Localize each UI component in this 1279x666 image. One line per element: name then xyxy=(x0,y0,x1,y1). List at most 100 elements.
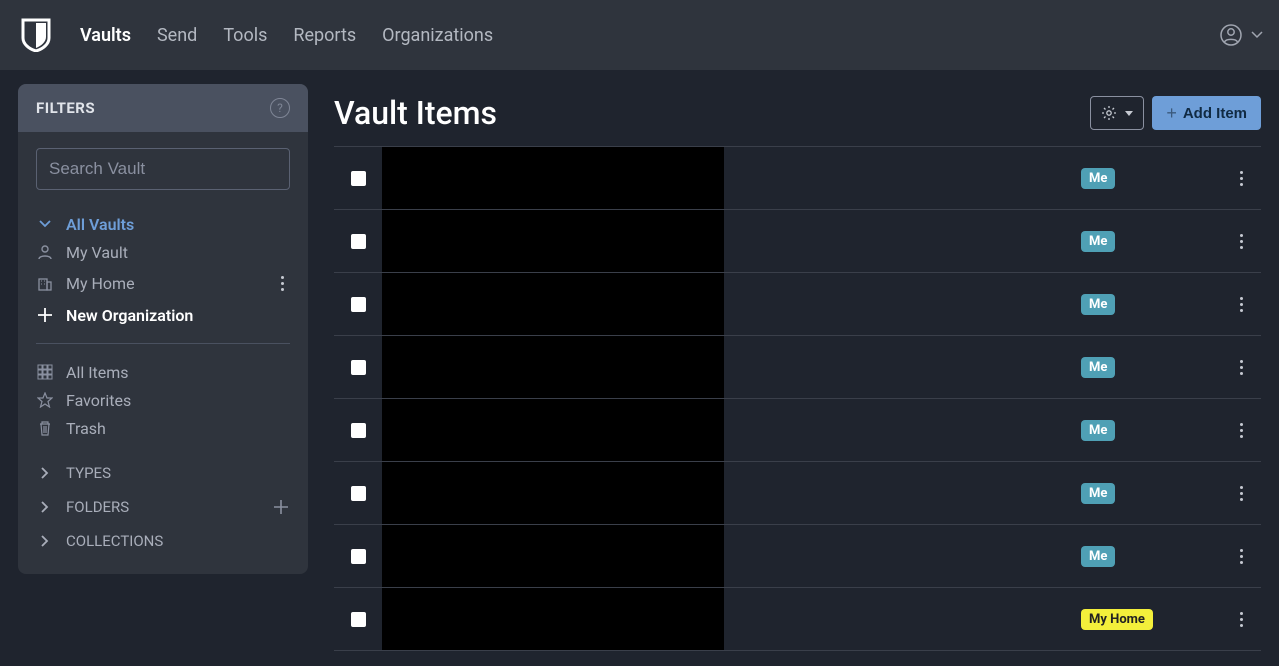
owner-badge: Me xyxy=(1081,420,1115,441)
row-menu-button[interactable] xyxy=(1234,354,1249,381)
navbar: Vaults Send Tools Reports Organizations xyxy=(0,0,1279,70)
app-logo[interactable] xyxy=(16,15,56,55)
add-item-label: Add Item xyxy=(1183,105,1247,122)
plus-icon: + xyxy=(1166,103,1177,124)
section-label: FOLDERS xyxy=(66,498,129,516)
table-row: Me xyxy=(334,399,1261,462)
checkbox-cell xyxy=(334,297,382,312)
row-checkbox[interactable] xyxy=(351,549,366,564)
item-name-cell[interactable] xyxy=(382,462,724,524)
row-menu-button[interactable] xyxy=(1234,291,1249,318)
filters-title: FILTERS xyxy=(36,99,95,117)
vault-item-my-home[interactable]: My Home xyxy=(36,266,290,301)
star-icon xyxy=(36,392,54,408)
row-checkbox[interactable] xyxy=(351,612,366,627)
row-actions xyxy=(1221,228,1261,255)
owner-badge: Me xyxy=(1081,231,1115,252)
main-header: Vault Items + Add Item xyxy=(334,84,1261,132)
category-favorites[interactable]: Favorites xyxy=(36,386,290,414)
nav-link-vaults[interactable]: Vaults xyxy=(80,25,131,46)
checkbox-cell xyxy=(334,234,382,249)
vault-item-menu[interactable] xyxy=(275,270,290,297)
nav-link-tools[interactable]: Tools xyxy=(223,25,267,46)
item-name-cell[interactable] xyxy=(382,525,724,587)
nav-link-send[interactable]: Send xyxy=(157,25,197,46)
row-menu-button[interactable] xyxy=(1234,480,1249,507)
checkbox-cell xyxy=(334,360,382,375)
plus-icon xyxy=(36,307,54,323)
help-icon[interactable]: ? xyxy=(270,98,290,118)
category-all-items[interactable]: All Items xyxy=(36,358,290,386)
item-name-cell[interactable] xyxy=(382,147,724,209)
row-checkbox[interactable] xyxy=(351,360,366,375)
page-title: Vault Items xyxy=(334,94,497,132)
nav-links: Vaults Send Tools Reports Organizations xyxy=(80,25,493,46)
row-menu-button[interactable] xyxy=(1234,228,1249,255)
checkbox-cell xyxy=(334,423,382,438)
category-label: Favorites xyxy=(66,391,131,410)
bulk-actions-button[interactable] xyxy=(1090,96,1144,130)
item-name-cell[interactable] xyxy=(382,336,724,398)
vault-item-my-vault[interactable]: My Vault xyxy=(36,238,290,266)
new-organization-button[interactable]: New Organization xyxy=(36,301,290,329)
chevron-right-icon xyxy=(36,466,54,480)
checkbox-cell xyxy=(334,549,382,564)
row-actions xyxy=(1221,291,1261,318)
row-menu-button[interactable] xyxy=(1234,165,1249,192)
gear-icon xyxy=(1101,105,1117,121)
chevron-right-icon xyxy=(36,500,54,514)
table-row: Me xyxy=(334,462,1261,525)
owner-cell: Me xyxy=(1081,420,1221,441)
owner-badge: My Home xyxy=(1081,609,1153,630)
checkbox-cell xyxy=(334,612,382,627)
row-checkbox[interactable] xyxy=(351,486,366,501)
filters-header: FILTERS ? xyxy=(18,84,308,132)
nav-link-reports[interactable]: Reports xyxy=(293,25,356,46)
row-actions xyxy=(1221,480,1261,507)
filter-label: All Vaults xyxy=(66,215,134,234)
row-actions xyxy=(1221,354,1261,381)
owner-cell: Me xyxy=(1081,546,1221,567)
item-name-cell[interactable] xyxy=(382,399,724,461)
trash-icon xyxy=(36,420,54,436)
nav-right xyxy=(1219,23,1263,47)
owner-cell: Me xyxy=(1081,357,1221,378)
owner-cell: Me xyxy=(1081,168,1221,189)
chevron-down-icon[interactable] xyxy=(1251,31,1263,39)
categories-section: All Items Favorites Trash xyxy=(36,358,290,442)
caret-down-icon xyxy=(1125,111,1133,116)
search-input[interactable] xyxy=(49,159,277,179)
item-name-cell[interactable] xyxy=(382,588,724,650)
owner-badge: Me xyxy=(1081,546,1115,567)
row-checkbox[interactable] xyxy=(351,171,366,186)
checkbox-cell xyxy=(334,171,382,186)
add-item-button[interactable]: + Add Item xyxy=(1152,96,1261,130)
content: FILTERS ? All Vaults My VaultMy Home xyxy=(0,70,1279,651)
section-folders[interactable]: FOLDERS xyxy=(36,490,290,524)
row-checkbox[interactable] xyxy=(351,423,366,438)
add-folder-button[interactable] xyxy=(272,498,290,516)
new-org-label: New Organization xyxy=(66,306,193,325)
filter-all-vaults[interactable]: All Vaults xyxy=(36,210,290,238)
item-name-cell[interactable] xyxy=(382,273,724,335)
table-row: Me xyxy=(334,525,1261,588)
profile-menu[interactable] xyxy=(1219,23,1243,47)
row-menu-button[interactable] xyxy=(1234,606,1249,633)
search-wrap xyxy=(36,148,290,190)
nav-link-organizations[interactable]: Organizations xyxy=(382,25,493,46)
owner-badge: Me xyxy=(1081,294,1115,315)
row-menu-button[interactable] xyxy=(1234,417,1249,444)
main: Vault Items + Add Item Me Me Me Me Me Me Me My … xyxy=(334,84,1261,651)
item-name-cell[interactable] xyxy=(382,210,724,272)
section-collections[interactable]: COLLECTIONS xyxy=(36,524,290,558)
owner-badge: Me xyxy=(1081,483,1115,504)
owner-cell: My Home xyxy=(1081,609,1221,630)
vault-items-table: Me Me Me Me Me Me Me My Home xyxy=(334,146,1261,651)
row-menu-button[interactable] xyxy=(1234,543,1249,570)
row-checkbox[interactable] xyxy=(351,234,366,249)
category-trash[interactable]: Trash xyxy=(36,414,290,442)
section-types[interactable]: TYPES xyxy=(36,456,290,490)
org-icon xyxy=(36,276,54,292)
category-label: All Items xyxy=(66,363,129,382)
row-checkbox[interactable] xyxy=(351,297,366,312)
